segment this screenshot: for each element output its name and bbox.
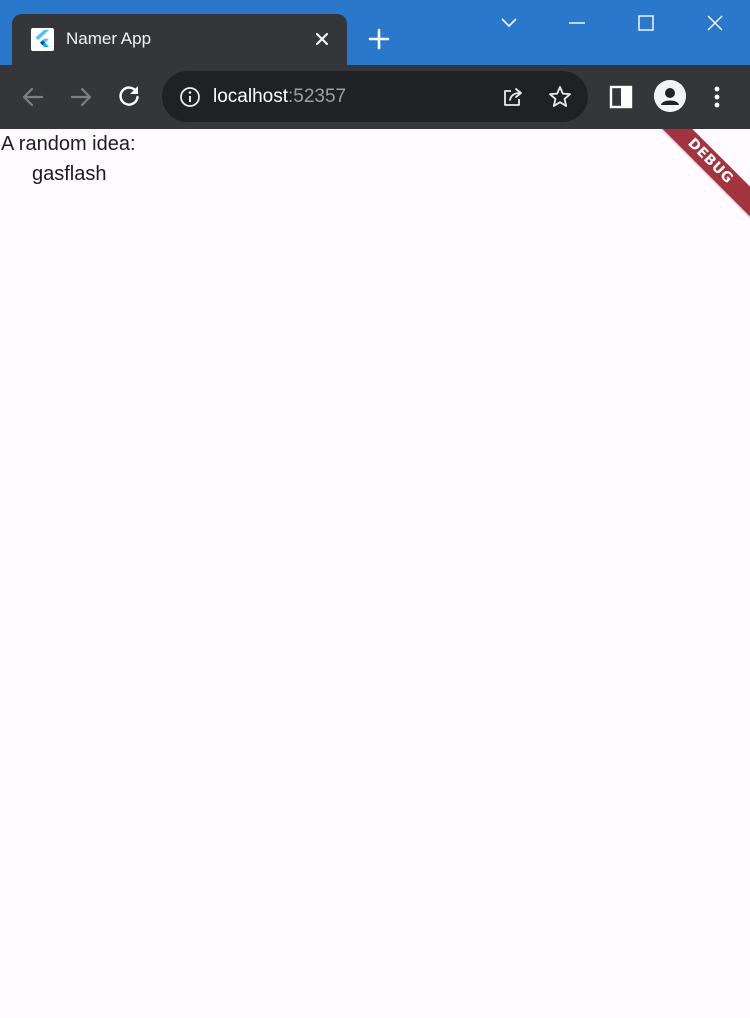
avatar-icon[interactable] — [654, 80, 686, 112]
side-panel-icon — [609, 85, 633, 109]
random-idea-label: A random idea: — [1, 133, 136, 155]
new-tab-button[interactable] — [366, 26, 392, 52]
tab-title: Namer App — [66, 29, 152, 48]
url-text: localhost:52357 — [213, 86, 346, 108]
reload-button[interactable] — [115, 82, 143, 110]
kebab-menu-icon — [714, 86, 720, 108]
minimize-icon — [569, 22, 585, 24]
minimize-button[interactable] — [562, 8, 592, 38]
browser-window: Namer App localhost:52357 A random idea:… — [0, 0, 750, 1018]
plus-icon — [368, 28, 390, 50]
maximize-button[interactable] — [631, 8, 661, 38]
arrow-right-icon — [70, 87, 92, 107]
reload-icon — [119, 86, 139, 106]
tab-namer-app[interactable]: Namer App — [12, 14, 347, 65]
address-bar[interactable]: localhost:52357 — [162, 71, 588, 122]
share-icon — [504, 88, 522, 106]
forward-button[interactable] — [67, 83, 95, 111]
side-panel-button[interactable] — [607, 83, 635, 111]
url-port: :52357 — [288, 86, 347, 107]
flutter-logo-icon — [31, 28, 54, 51]
window-close-button[interactable] — [700, 8, 730, 38]
chevron-down-icon — [501, 18, 517, 28]
back-button[interactable] — [19, 83, 47, 111]
info-icon[interactable] — [176, 83, 204, 111]
close-icon[interactable] — [310, 27, 334, 51]
menu-button[interactable] — [703, 83, 731, 111]
url-host: localhost — [213, 86, 288, 107]
arrow-left-icon — [22, 87, 44, 107]
maximize-icon — [638, 15, 654, 31]
bookmark-button[interactable] — [546, 83, 574, 111]
random-idea-text: gasflash — [32, 163, 107, 185]
debug-banner: DEBUG — [638, 129, 750, 233]
close-icon — [707, 15, 723, 31]
page-content: A random idea: gasflash DEBUG — [0, 129, 750, 1018]
star-icon — [549, 86, 571, 107]
tab-strip: Namer App — [0, 0, 750, 65]
tab-search-button[interactable] — [494, 8, 524, 38]
share-button[interactable] — [499, 83, 527, 111]
browser-toolbar: localhost:52357 — [0, 65, 750, 129]
